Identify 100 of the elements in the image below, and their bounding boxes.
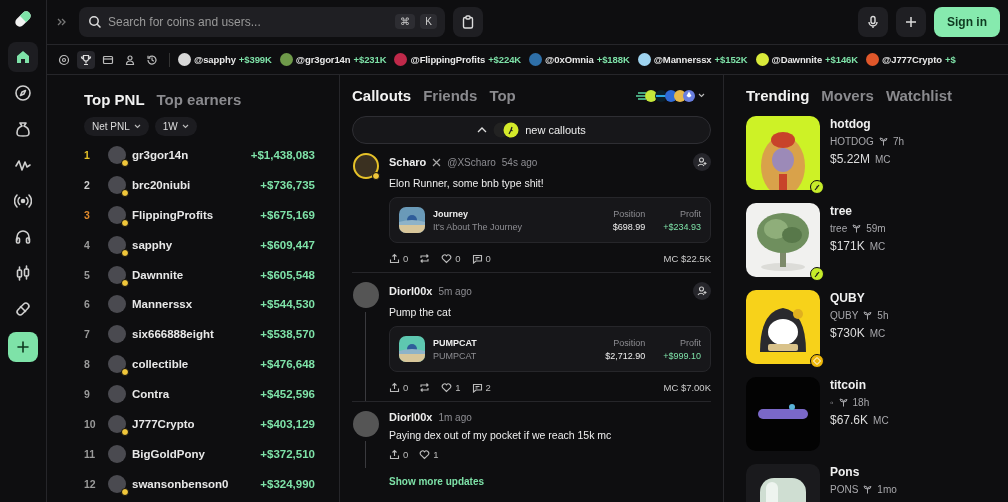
- avatar: [108, 385, 126, 404]
- heart-icon: [419, 449, 431, 460]
- target-icon: [58, 53, 70, 66]
- sidebar-item[interactable]: [8, 332, 38, 362]
- token-card[interactable]: PUMPCAT PUMPCAT Position $2,712.90 Profit +$999.10: [389, 326, 711, 372]
- share-button[interactable]: 0: [389, 253, 409, 264]
- microphone-button[interactable]: [858, 7, 888, 37]
- stat-label: Profit: [680, 208, 701, 219]
- like-button[interactable]: 1: [419, 449, 439, 460]
- user-handle[interactable]: @Mannerssx: [653, 54, 712, 65]
- user-handle[interactable]: @J777Crypto: [882, 54, 942, 65]
- repost-button[interactable]: [419, 253, 431, 264]
- like-button[interactable]: 1: [441, 382, 461, 393]
- sign-in-button[interactable]: Sign in: [934, 7, 1000, 37]
- comment-button[interactable]: 0: [471, 253, 491, 264]
- market-cap: $5.22M: [830, 152, 871, 166]
- user-name[interactable]: swansonbenson0: [132, 477, 261, 490]
- plus-icon: [904, 15, 918, 29]
- pnl-amount: +$736,735: [260, 178, 315, 191]
- user-name[interactable]: gr3gor14n: [132, 148, 251, 161]
- share-icon: [389, 253, 400, 264]
- token-subtitle: It's About The Journey: [433, 221, 524, 232]
- coin-row[interactable]: titcoin ◦ 18h $67.6K MC: [746, 377, 1008, 451]
- filter-dropdown[interactable]: 1W: [154, 117, 197, 136]
- coin-row[interactable]: Pons PONS 1mo: [746, 464, 1008, 502]
- avatar: [352, 411, 379, 437]
- share-icon: [389, 382, 400, 393]
- comment-button[interactable]: 2: [471, 382, 491, 393]
- repost-button[interactable]: [419, 382, 431, 393]
- tab[interactable]: Top: [489, 87, 516, 104]
- user-name[interactable]: Dawnnite: [132, 268, 261, 281]
- author-name[interactable]: Diorl00x: [389, 285, 433, 297]
- author-name[interactable]: Diorl00x: [389, 411, 433, 423]
- filter-button[interactable]: [77, 50, 95, 69]
- coin-name: QUBY: [830, 291, 866, 305]
- comment-icon: [471, 253, 483, 264]
- follow-button[interactable]: [693, 282, 711, 300]
- user-handle[interactable]: @Dawnnite: [771, 54, 823, 65]
- follow-button[interactable]: [693, 153, 711, 171]
- coin-age: 5h: [877, 310, 889, 321]
- tab[interactable]: Callouts: [352, 87, 412, 104]
- profit-value: +$999.10: [663, 350, 701, 361]
- author-name[interactable]: Scharo: [389, 156, 427, 168]
- add-button[interactable]: [896, 7, 926, 37]
- share-button[interactable]: 0: [389, 382, 409, 393]
- market-cap: $67.6K: [830, 413, 869, 427]
- compass-icon: [14, 84, 32, 102]
- new-callouts-button[interactable]: new callouts: [352, 116, 711, 144]
- user-name[interactable]: collectible: [132, 358, 261, 371]
- coin-row[interactable]: tree tree 59m $171K MC: [746, 203, 1008, 277]
- sprout-icon: [878, 137, 888, 146]
- heart-icon: [441, 253, 453, 264]
- pnl-amount: +$403,129: [260, 417, 315, 430]
- user-name[interactable]: six666888eight: [132, 328, 261, 341]
- coin-age: 59m: [866, 223, 886, 234]
- user-handle[interactable]: @sapphy: [194, 54, 236, 65]
- share-icon: [389, 449, 400, 460]
- user-name[interactable]: brc20niubi: [132, 178, 261, 191]
- user-name[interactable]: J777Crypto: [132, 417, 261, 430]
- token-card[interactable]: Journey It's About The Journey Position $698.99 Profit +$234.93: [389, 197, 711, 243]
- post-text: Elon Runner, some bnb type shit!: [389, 177, 545, 189]
- show-more-link[interactable]: Show more updates: [389, 476, 484, 487]
- tab[interactable]: Friends: [423, 87, 478, 104]
- rank-number: 6: [84, 298, 91, 311]
- user-handle[interactable]: @gr3gor14n: [295, 54, 351, 65]
- coin-ticker: ◦: [830, 397, 834, 408]
- coin-name: Pons: [830, 465, 861, 479]
- profit-amount: +$224K: [488, 54, 522, 65]
- filter-dropdown[interactable]: Net PNL: [84, 117, 149, 136]
- sprout-icon: [852, 224, 862, 233]
- sidebar-item[interactable]: [8, 42, 38, 72]
- user-handle[interactable]: @0xOmnia: [545, 54, 594, 65]
- coin-row[interactable]: hotdog HOTDOG 7h $5.22M MC: [746, 116, 1008, 190]
- coin-age: 18h: [852, 397, 870, 408]
- pnl-amount: +$544,530: [260, 298, 315, 311]
- market-cap: MC $22.5K: [663, 253, 711, 264]
- tab[interactable]: Top PNL: [84, 91, 145, 108]
- user-name[interactable]: FlippingProfits: [132, 208, 261, 221]
- user-name[interactable]: sapphy: [132, 238, 261, 251]
- coin-ticker: tree: [830, 223, 848, 234]
- tab[interactable]: Top earners: [156, 91, 242, 108]
- post-text: Pump the cat: [389, 306, 452, 318]
- user-handle[interactable]: @XScharo: [447, 156, 496, 168]
- tab[interactable]: Watchlist: [885, 87, 952, 104]
- user-name[interactable]: BigGoldPony: [132, 447, 261, 460]
- add-person-icon: [697, 286, 707, 296]
- like-button[interactable]: 0: [441, 253, 461, 264]
- post-text: Paying dex out of my pocket if we reach 15k mc: [389, 429, 613, 441]
- post-time: 1m ago: [438, 411, 472, 423]
- share-button[interactable]: 0: [389, 449, 409, 460]
- coin-name: titcoin: [830, 378, 867, 392]
- tab[interactable]: Trending: [746, 87, 810, 104]
- user-name[interactable]: Contra: [132, 388, 261, 401]
- coin-row[interactable]: QUBY QUBY 5h $730K MC: [746, 290, 1008, 364]
- tab[interactable]: Movers: [821, 87, 874, 104]
- user-handle[interactable]: @FlippingProfits: [410, 54, 486, 65]
- microphone-icon: [866, 15, 880, 29]
- home-icon: [14, 48, 32, 66]
- user-name[interactable]: Mannerssx: [132, 298, 261, 311]
- clipboard-button[interactable]: [453, 7, 483, 37]
